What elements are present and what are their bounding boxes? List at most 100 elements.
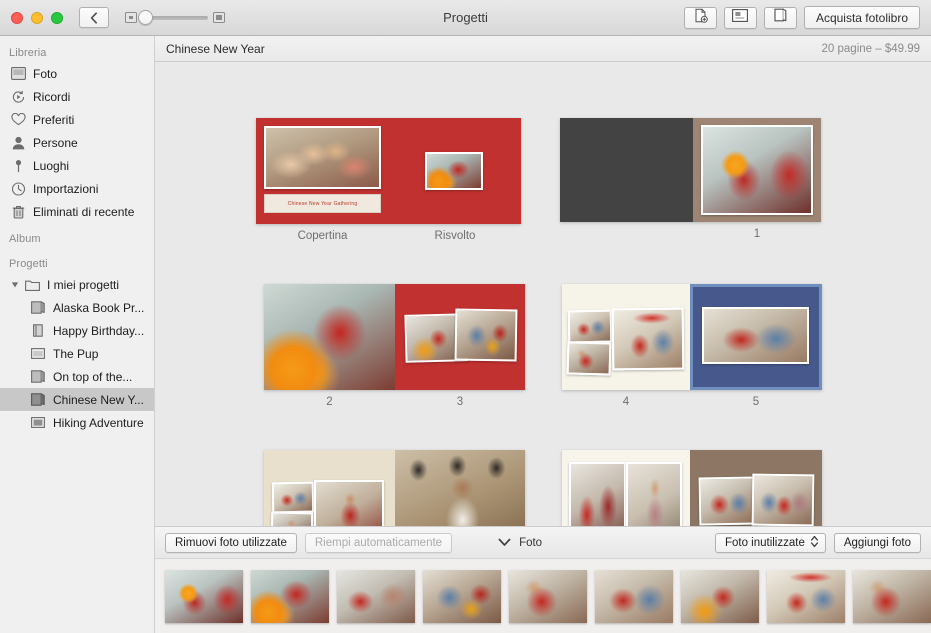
spread-6-7[interactable]: [264, 450, 525, 526]
page-5-photo[interactable]: [702, 307, 809, 364]
sidebar-item-chinese-new-year[interactable]: Chinese New Y...: [0, 388, 154, 411]
sidebar-item-happy-birthday[interactable]: Happy Birthday...: [0, 319, 154, 342]
small-thumbnail-icon: [125, 12, 137, 23]
filmstrip-thumbnail[interactable]: [767, 570, 845, 623]
sidebar-item-eliminati-di-recente[interactable]: Eliminati di recente: [0, 200, 154, 223]
page-8[interactable]: [562, 450, 690, 526]
zoom-slider-knob[interactable]: [138, 10, 153, 25]
page-3[interactable]: [395, 284, 525, 390]
project-bottom-bar: Rimuovi foto utilizzate Riempi automatic…: [155, 526, 931, 558]
sidebar-item-i-miei-progetti[interactable]: I miei progetti: [0, 273, 154, 296]
spread-pages[interactable]: [264, 450, 525, 526]
app-body: Libreria Foto Ri: [0, 36, 931, 633]
page-4-photo-3[interactable]: [612, 308, 685, 371]
memories-icon: [10, 89, 26, 104]
filmstrip-thumbnail[interactable]: [423, 570, 501, 623]
sidebar-item-preferiti[interactable]: Preferiti: [0, 108, 154, 131]
sidebar-section-progetti: Progetti: [0, 248, 154, 273]
page-1-photo[interactable]: [701, 125, 813, 215]
page-2[interactable]: [264, 284, 395, 390]
page-9-photo-2[interactable]: [752, 474, 815, 526]
layout-button[interactable]: [724, 7, 757, 29]
sidebar-item-hiking-adventure[interactable]: Hiking Adventure: [0, 411, 154, 434]
clock-icon: [10, 181, 26, 196]
filmstrip-thumbnail[interactable]: [853, 570, 931, 623]
toolbar-right: Acquista fotolibro: [684, 6, 931, 29]
page-6-photo-1[interactable]: [272, 482, 315, 514]
page-risvolto[interactable]: [389, 118, 521, 224]
calendar-icon: [30, 346, 46, 361]
disclosure-triangle-icon[interactable]: [10, 281, 19, 289]
filmstrip-thumbnail[interactable]: [681, 570, 759, 623]
spread-captions: 4 5: [562, 390, 822, 408]
caption-page-2: 2: [264, 390, 395, 408]
photos-toggle-group[interactable]: Foto: [498, 534, 542, 552]
page-6[interactable]: [264, 450, 395, 526]
page-1[interactable]: [693, 118, 821, 222]
spread-captions: 2 3: [264, 390, 525, 408]
page-blank-left[interactable]: [560, 118, 693, 222]
filmstrip-thumbnail[interactable]: [337, 570, 415, 623]
sidebar-item-on-top-of-the[interactable]: On top of the...: [0, 365, 154, 388]
filmstrip-thumbnail[interactable]: [251, 570, 329, 623]
sidebar-item-ricordi[interactable]: Ricordi: [0, 85, 154, 108]
sidebar-item-importazioni[interactable]: Importazioni: [0, 177, 154, 200]
spread-cover[interactable]: Chinese New Year Gathering Copertina Ris…: [256, 118, 521, 224]
page-4-photo-1[interactable]: [568, 310, 613, 344]
filmstrip-thumbnail[interactable]: [509, 570, 587, 623]
spread-pages[interactable]: [562, 450, 822, 526]
page-4[interactable]: [562, 284, 690, 390]
filmstrip-thumbnail[interactable]: [595, 570, 673, 623]
sidebar-section-libreria: Libreria: [0, 43, 154, 62]
page-7-photo[interactable]: [395, 450, 525, 526]
photo-filter-popup[interactable]: Foto inutilizzate: [715, 533, 826, 553]
minimize-button[interactable]: [31, 12, 43, 24]
page-6-photo-2[interactable]: [271, 512, 314, 526]
large-thumbnail-icon: [213, 12, 225, 23]
spread-pages[interactable]: [560, 118, 821, 222]
zoom-slider-track[interactable]: [142, 16, 208, 20]
page-copertina[interactable]: Chinese New Year Gathering: [256, 118, 389, 224]
zoom-button[interactable]: [51, 12, 63, 24]
page-4-photo-2[interactable]: [567, 341, 612, 375]
sidebar-item-foto[interactable]: Foto: [0, 62, 154, 85]
page-5[interactable]: [690, 284, 822, 390]
chevron-down-icon[interactable]: [498, 534, 511, 552]
spread-4-5[interactable]: 4 5: [562, 284, 822, 390]
page-8-photo-2[interactable]: [626, 462, 682, 526]
spread-1[interactable]: 1: [560, 118, 821, 222]
heart-icon: [10, 112, 26, 127]
autofill-button[interactable]: Riempi automaticamente: [305, 533, 452, 553]
sidebar-item-the-pup[interactable]: The Pup: [0, 342, 154, 365]
filmstrip-thumbnail[interactable]: [165, 570, 243, 623]
buy-photobook-button[interactable]: Acquista fotolibro: [804, 6, 920, 29]
spread-pages[interactable]: [562, 284, 822, 390]
cover-photo[interactable]: [264, 126, 381, 189]
back-button[interactable]: [79, 7, 109, 28]
add-photos-button[interactable]: Aggiungi foto: [834, 533, 921, 553]
spread-pages[interactable]: Chinese New Year Gathering: [256, 118, 521, 224]
sidebar-item-label: The Pup: [53, 347, 98, 361]
sidebar-item-label: Luoghi: [33, 159, 69, 173]
spread-2-3[interactable]: 2 3: [264, 284, 525, 390]
photo-filmstrip[interactable]: [155, 558, 931, 633]
add-page-button[interactable]: [684, 7, 717, 29]
page-9[interactable]: [690, 450, 822, 526]
close-button[interactable]: [11, 12, 23, 24]
preview-button[interactable]: [764, 7, 797, 29]
page-6-photo-3[interactable]: [314, 480, 384, 526]
spread-8-9[interactable]: [562, 450, 822, 526]
page-9-photo-1[interactable]: [699, 476, 758, 525]
page-8-photo-1[interactable]: [569, 462, 626, 526]
page-7[interactable]: [395, 450, 525, 526]
zoom-slider[interactable]: [125, 12, 225, 23]
sidebar-item-persone[interactable]: Persone: [0, 131, 154, 154]
spread-canvas[interactable]: Chinese New Year Gathering Copertina Ris…: [155, 62, 931, 526]
page-3-photo-2[interactable]: [455, 308, 518, 361]
flap-photo[interactable]: [425, 152, 483, 190]
sidebar-item-alaska-book-pr[interactable]: Alaska Book Pr...: [0, 296, 154, 319]
sidebar-item-luoghi[interactable]: Luoghi: [0, 154, 154, 177]
spread-pages[interactable]: [264, 284, 525, 390]
remove-used-photos-button[interactable]: Rimuovi foto utilizzate: [165, 533, 297, 553]
page-2-photo[interactable]: [264, 284, 395, 390]
